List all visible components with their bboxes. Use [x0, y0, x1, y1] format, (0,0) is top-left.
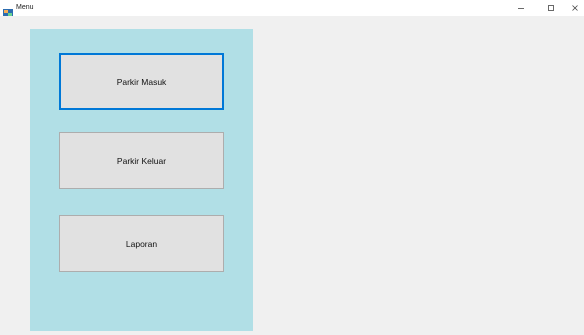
close-button[interactable]: [566, 0, 584, 16]
laporan-label: Laporan: [125, 238, 158, 249]
maximize-button[interactable]: [540, 0, 562, 16]
minimize-button[interactable]: [510, 0, 532, 16]
menu-panel: Parkir Masuk Parkir Keluar Laporan: [30, 29, 253, 331]
title-bar[interactable]: Menu: [0, 0, 584, 17]
parkir-masuk-button[interactable]: Parkir Masuk: [59, 53, 224, 110]
parkir-keluar-button[interactable]: Parkir Keluar: [59, 132, 224, 189]
maximize-icon: [548, 5, 554, 11]
app-icon: [3, 4, 13, 17]
parkir-keluar-label: Parkir Keluar: [116, 155, 167, 166]
close-icon: [572, 5, 578, 11]
window-client-area: Parkir Masuk Parkir Keluar Laporan: [0, 16, 584, 335]
parkir-masuk-label: Parkir Masuk: [116, 76, 167, 87]
window-title: Menu: [16, 4, 34, 11]
laporan-button[interactable]: Laporan: [59, 215, 224, 272]
minimize-icon: [518, 8, 524, 9]
